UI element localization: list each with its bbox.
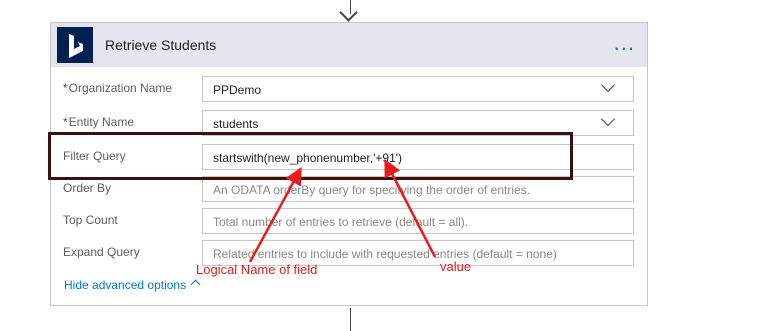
annotation-arrow-value (384, 158, 437, 258)
annotation-logical-name: Logical Name of field (196, 262, 318, 277)
annotation-arrows (248, 158, 437, 263)
annotation-value: value (440, 259, 472, 274)
annotation-arrow-logical-name (248, 166, 302, 263)
